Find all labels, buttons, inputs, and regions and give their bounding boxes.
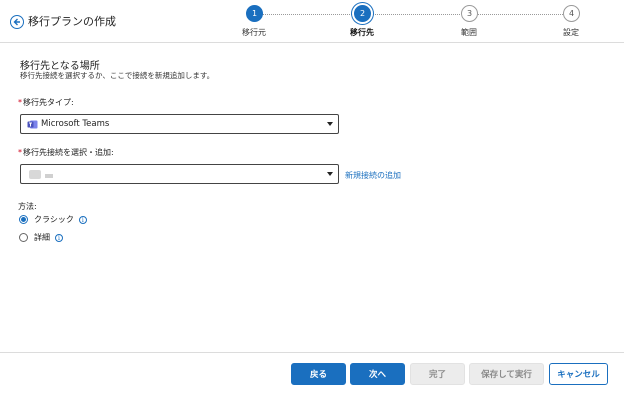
step-1-label: 移行元: [242, 28, 266, 37]
connection-icon: [29, 170, 41, 179]
wizard-header: 移行プランの作成 1 2 3 4 移行元 移行先 範囲 設定: [0, 0, 624, 43]
radio-button-selected[interactable]: [19, 215, 28, 224]
method-label: 方法:: [18, 202, 37, 211]
method-option-classic-label: クラシック: [34, 215, 74, 224]
wizard-footer: 戻る 次へ 完了 保存して実行 キャンセル: [0, 352, 624, 397]
step-2-circle[interactable]: 2: [354, 5, 371, 22]
method-option-advanced-label: 詳細: [34, 233, 50, 242]
step-3-circle[interactable]: 3: [461, 5, 478, 22]
stepper-connector: [478, 14, 563, 15]
destination-type-label-text: 移行先タイプ:: [23, 98, 74, 107]
destination-connection-label-text: 移行先接続を選択・追加:: [23, 148, 114, 157]
destination-connection-select[interactable]: [20, 164, 339, 184]
destination-type-label: *移行先タイプ:: [18, 97, 74, 108]
info-icon[interactable]: i: [78, 215, 87, 224]
stepper: 1 2 3 4 移行元 移行先 範囲 設定: [0, 0, 624, 42]
step-1-circle[interactable]: 1: [246, 5, 263, 22]
stepper-connector: [262, 14, 354, 15]
radio-button[interactable]: [19, 233, 28, 242]
destination-type-select[interactable]: Microsoft Teams: [20, 114, 339, 134]
section-description: 移行先接続を選択するか、ここで接続を新規追加します。: [20, 71, 215, 80]
next-button[interactable]: 次へ: [350, 363, 405, 385]
required-mark: *: [18, 148, 22, 157]
stepper-connector: [371, 14, 460, 15]
method-option-advanced[interactable]: 詳細 i: [19, 232, 63, 243]
destination-connection-label: *移行先接続を選択・追加:: [18, 147, 114, 158]
back-button[interactable]: 戻る: [291, 363, 346, 385]
teams-icon: [27, 120, 38, 129]
step-2-label: 移行先: [350, 28, 374, 37]
method-option-classic[interactable]: クラシック i: [19, 214, 87, 225]
chevron-down-icon: [327, 172, 333, 176]
connection-value-redacted: [45, 174, 53, 178]
save-and-run-button[interactable]: 保存して実行: [469, 363, 544, 385]
cancel-button[interactable]: キャンセル: [549, 363, 608, 385]
required-mark: *: [18, 98, 22, 107]
info-icon[interactable]: i: [55, 233, 63, 242]
destination-type-value: Microsoft Teams: [41, 119, 110, 129]
step-4-circle[interactable]: 4: [563, 5, 580, 22]
add-new-connection-link[interactable]: 新規接続の追加: [345, 170, 401, 181]
step-4-label: 設定: [563, 28, 579, 37]
finish-button[interactable]: 完了: [410, 363, 465, 385]
step-3-label: 範囲: [461, 28, 477, 37]
chevron-down-icon: [327, 122, 333, 126]
